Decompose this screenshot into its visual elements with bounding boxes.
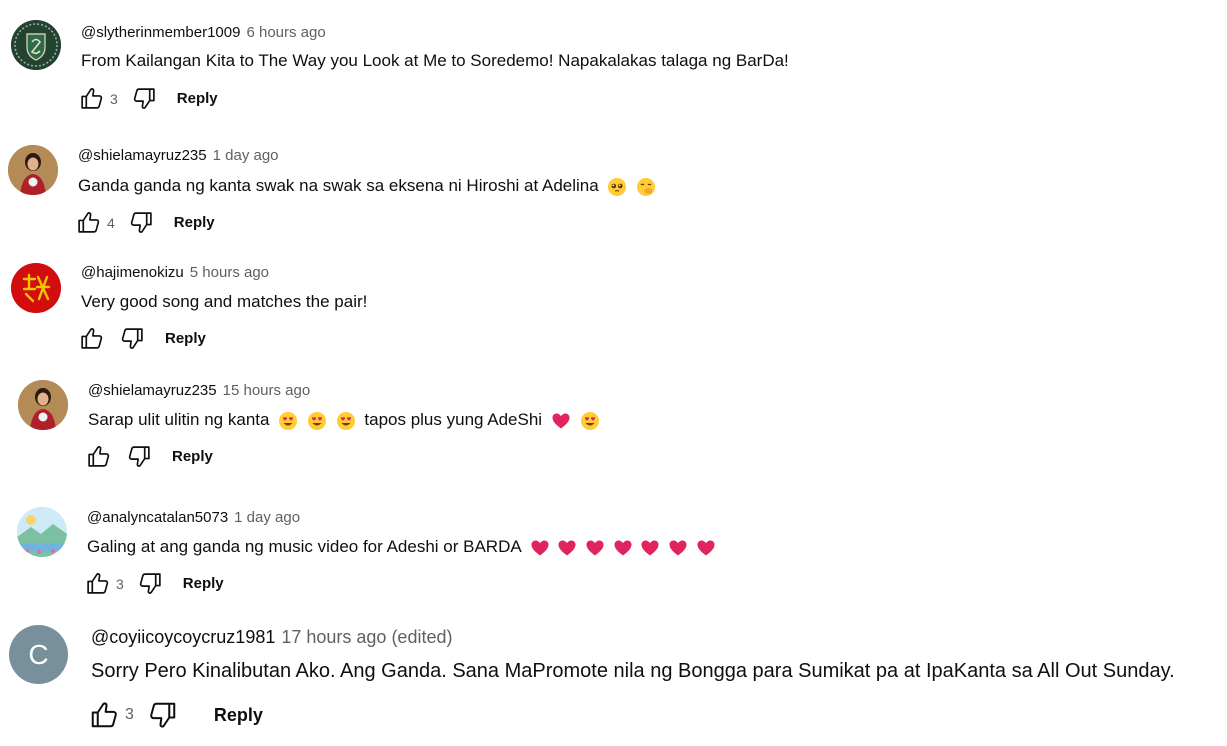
like-button[interactable] (85, 571, 110, 596)
comment-time[interactable]: 1 day ago (213, 147, 279, 164)
red-heart-icon (585, 538, 605, 558)
comment-text: From Kailangan Kita to The Way you Look … (81, 51, 789, 70)
reply-button[interactable]: Reply (165, 330, 206, 347)
comment-text: Galing at ang ganda ng music video for A… (87, 537, 716, 558)
like-button[interactable] (86, 444, 111, 469)
avatar[interactable] (17, 507, 67, 557)
like-button[interactable] (79, 326, 104, 351)
thumbs-down-icon (132, 86, 157, 111)
comment-actions: 4 Reply (76, 210, 215, 235)
thumbs-down-icon (120, 326, 145, 351)
reply-button[interactable]: Reply (172, 448, 213, 465)
thumbs-up-icon (85, 571, 110, 596)
comment-author[interactable]: @analyncatalan5073 (87, 509, 228, 526)
comment-time[interactable]: 5 hours ago (190, 264, 269, 281)
thumbs-up-icon (89, 700, 119, 730)
landscape-icon (17, 507, 67, 557)
comment-header: @analyncatalan5073 1 day ago (87, 509, 300, 526)
red-heart-icon (668, 538, 688, 558)
reply-button[interactable]: Reply (183, 575, 224, 592)
thumbs-down-icon (148, 700, 178, 730)
comment-time[interactable]: 6 hours ago (246, 24, 325, 41)
red-heart-icon (557, 538, 577, 558)
comment-text: Very good song and matches the pair! (81, 292, 368, 311)
comment-text-content: Galing at ang ganda ng music video for A… (87, 537, 521, 556)
dislike-button[interactable] (120, 326, 145, 351)
comment-actions: 3 Reply (85, 571, 224, 596)
comment-header: @coyiicoycoycruz1981 17 hours ago (edited… (91, 627, 452, 648)
heart-eyes-icon (307, 411, 327, 431)
red-heart-icon (640, 538, 660, 558)
red-kanji-icon (11, 263, 61, 313)
comment-actions: Reply (86, 444, 213, 469)
dislike-button[interactable] (132, 86, 157, 111)
avatar[interactable]: C (9, 625, 68, 684)
comment-text-content: Ganda ganda ng kanta swak na swak sa eks… (78, 176, 599, 195)
comment-actions: 3 Reply (89, 700, 263, 730)
comment-text: Sarap ulit ulitin ng kanta tapos plus yu… (88, 410, 600, 431)
avatar[interactable] (18, 380, 68, 430)
avatar[interactable] (8, 145, 58, 195)
comment-text-part: tapos plus yung AdeShi (364, 410, 543, 429)
comment-text: Sorry Pero Kinalibutan Ako. Ang Ganda. S… (91, 660, 1175, 682)
comment-header: @shielamayruz235 15 hours ago (88, 382, 310, 399)
dislike-button[interactable] (138, 571, 163, 596)
thumbs-up-icon (76, 210, 101, 235)
pleading-face-icon (607, 177, 627, 197)
face-with-hand-over-mouth-icon (636, 177, 656, 197)
heart-eyes-icon (336, 411, 356, 431)
dislike-button[interactable] (148, 700, 178, 730)
comment-author[interactable]: @coyiicoycoycruz1981 (91, 627, 275, 647)
comment-header: @hajimenokizu 5 hours ago (81, 264, 269, 281)
avatar-letter: C (28, 638, 49, 670)
reply-button[interactable]: Reply (214, 705, 263, 726)
comment-header: @slytherinmember1009 6 hours ago (81, 24, 326, 41)
thumbs-up-icon (79, 86, 104, 111)
reply-button[interactable]: Reply (174, 214, 215, 231)
like-button[interactable] (89, 700, 119, 730)
avatar[interactable] (11, 263, 61, 313)
comment-header: @shielamayruz235 1 day ago (78, 147, 279, 164)
heart-eyes-icon (580, 411, 600, 431)
heart-eyes-icon (278, 411, 298, 431)
thumbs-down-icon (138, 571, 163, 596)
thumbs-up-icon (79, 326, 104, 351)
like-count: 4 (107, 214, 115, 231)
comment-time[interactable]: 1 day ago (234, 509, 300, 526)
like-count: 3 (116, 575, 124, 592)
like-button[interactable] (79, 86, 104, 111)
comment-text-part: Sarap ulit ulitin ng kanta (88, 410, 270, 429)
comment-author[interactable]: @shielamayruz235 (78, 147, 207, 164)
thumbs-up-icon (86, 444, 111, 469)
like-button[interactable] (76, 210, 101, 235)
woman-photo-icon (18, 380, 68, 430)
red-heart-icon (696, 538, 716, 558)
comment-author[interactable]: @slytherinmember1009 (81, 24, 240, 41)
thumbs-down-icon (129, 210, 154, 235)
red-heart-icon (551, 411, 571, 431)
dislike-button[interactable] (127, 444, 152, 469)
reply-button[interactable]: Reply (177, 90, 218, 107)
avatar[interactable] (11, 20, 61, 70)
comment-time[interactable]: 15 hours ago (223, 382, 311, 399)
comment-author[interactable]: @shielamayruz235 (88, 382, 217, 399)
red-heart-icon (613, 538, 633, 558)
comment-actions: Reply (79, 326, 206, 351)
woman-photo-icon (8, 145, 58, 195)
dislike-button[interactable] (129, 210, 154, 235)
comment-time[interactable]: 17 hours ago (edited) (281, 627, 452, 647)
comment-author[interactable]: @hajimenokizu (81, 264, 184, 281)
red-heart-icon (530, 538, 550, 558)
like-count: 3 (110, 90, 118, 107)
thumbs-down-icon (127, 444, 152, 469)
like-count: 3 (125, 706, 134, 723)
slytherin-crest-icon (11, 20, 61, 70)
comment-actions: 3 Reply (79, 86, 218, 111)
comment-text: Ganda ganda ng kanta swak na swak sa eks… (78, 176, 656, 197)
